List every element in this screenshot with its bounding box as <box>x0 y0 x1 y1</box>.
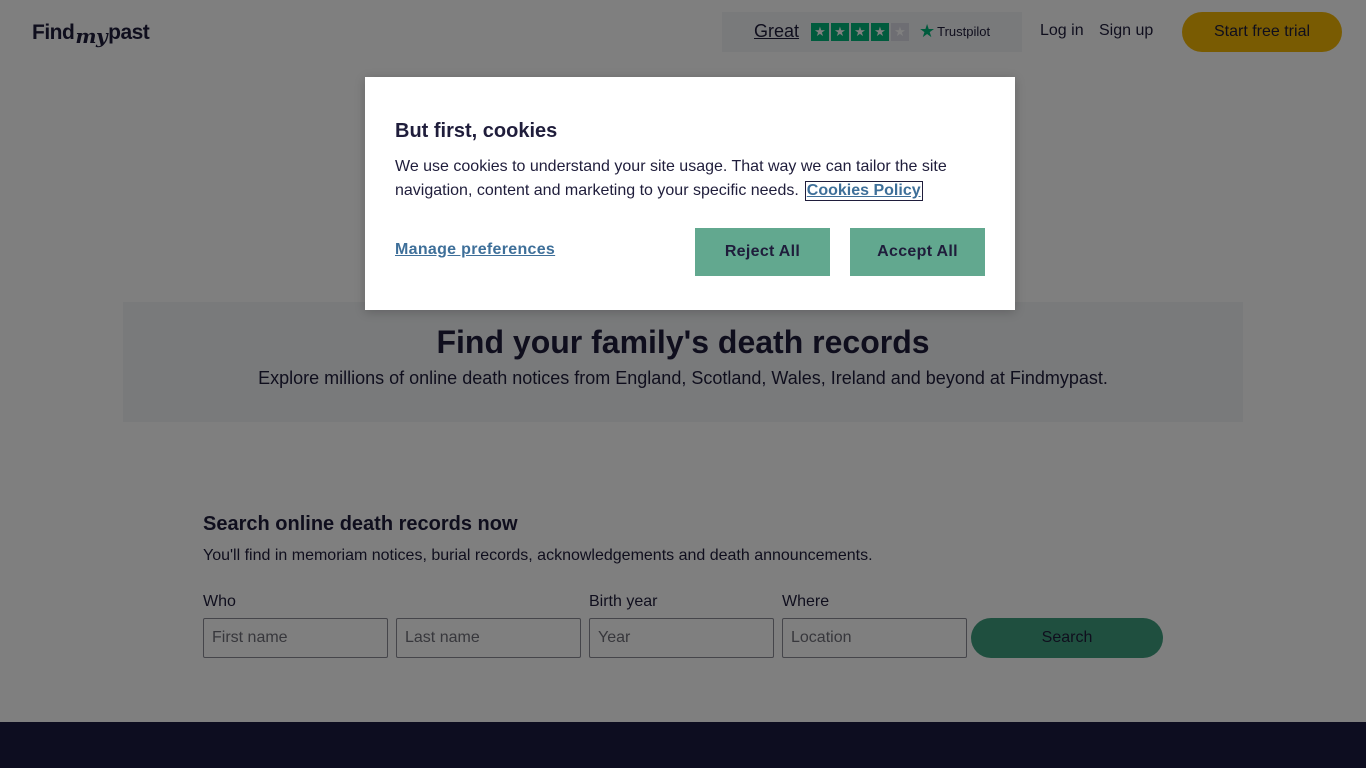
cookies-policy-link[interactable]: Cookies Policy <box>804 181 923 201</box>
accept-all-button[interactable]: Accept All <box>850 228 985 276</box>
cookie-dialog-title: But first, cookies <box>395 120 558 142</box>
cookie-dialog-body: We use cookies to understand your site u… <box>395 158 947 201</box>
cookie-consent-dialog: But first, cookies We use cookies to und… <box>365 77 1015 310</box>
page: Findmypast Great ★ ★ ★ ★ ★ ★ Trustpilot … <box>0 0 1366 768</box>
manage-preferences-link[interactable]: Manage preferences <box>395 241 555 259</box>
reject-all-button[interactable]: Reject All <box>695 228 830 276</box>
